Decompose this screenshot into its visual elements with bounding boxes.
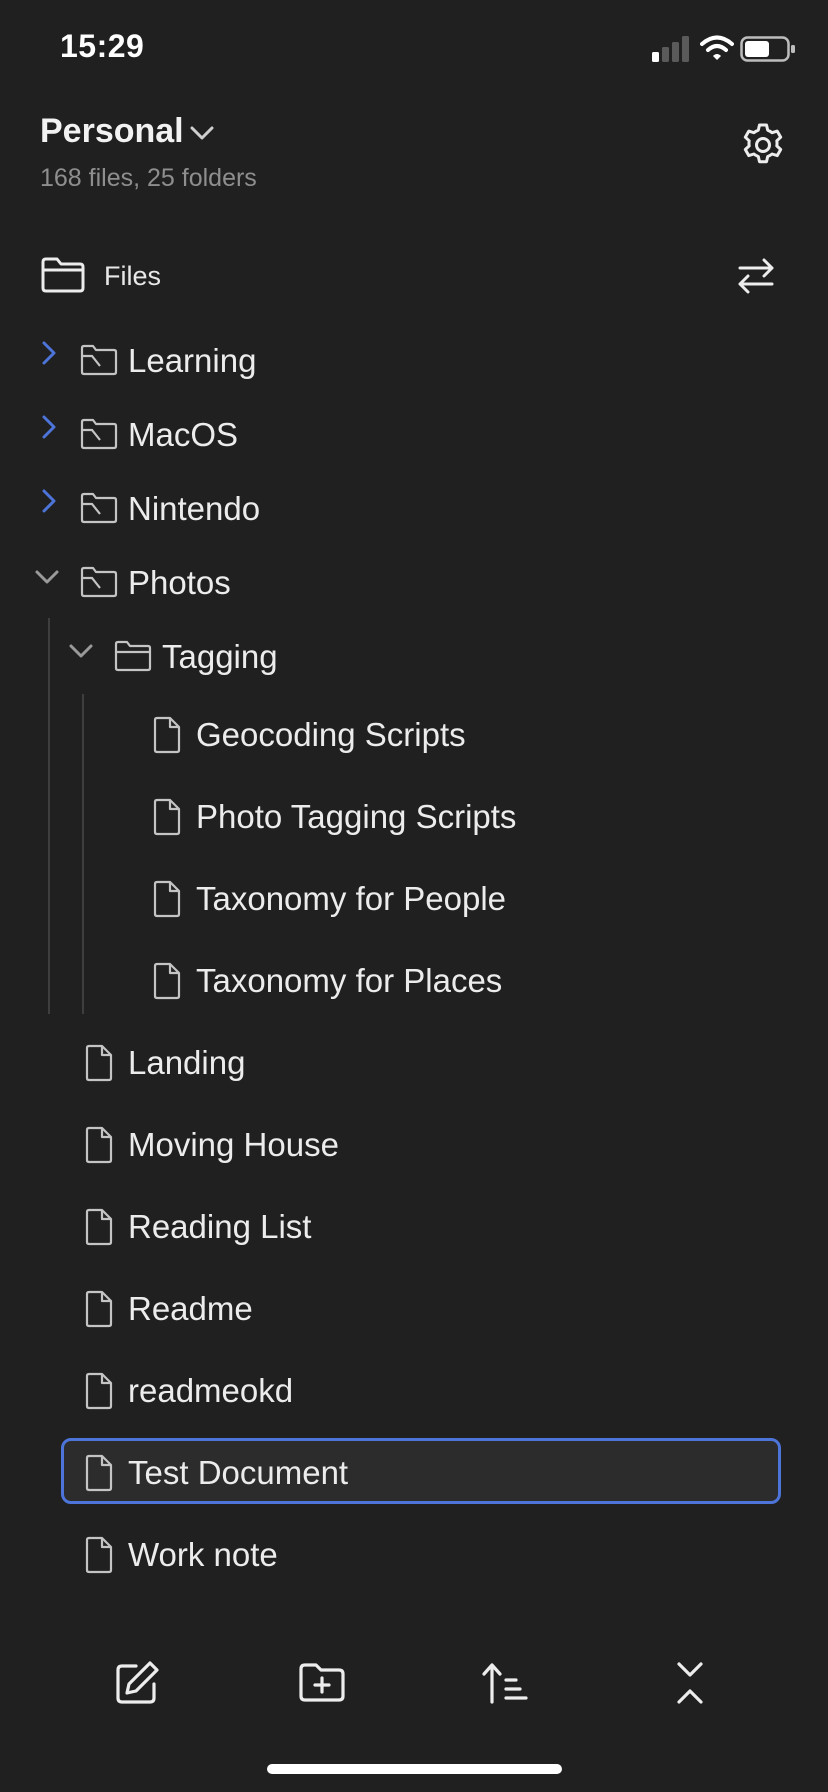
- new-folder-icon[interactable]: [297, 1658, 347, 1708]
- tree-item-label: Nintendo: [128, 490, 261, 527]
- tree-item-label: Work note: [128, 1536, 278, 1573]
- tree-file-row[interactable]: readmeokd: [0, 1360, 828, 1420]
- tree-item-label: Tagging: [162, 638, 278, 675]
- document-icon: [84, 1372, 114, 1410]
- tree-file-row[interactable]: Readme: [0, 1278, 828, 1338]
- chevron-down-icon[interactable]: [34, 564, 60, 590]
- folder-icon: [80, 566, 118, 598]
- tree-file-row[interactable]: Reading List: [0, 1196, 828, 1256]
- folder-icon: [114, 640, 152, 672]
- tree-file-row[interactable]: Geocoding Scripts: [0, 704, 828, 764]
- folder-icon: [80, 344, 118, 376]
- tree-item-label: Readme: [128, 1290, 253, 1327]
- tree-folder-row[interactable]: MacOS: [0, 404, 828, 464]
- tree-folder-row[interactable]: Nintendo: [0, 478, 828, 538]
- battery-icon: [740, 36, 796, 62]
- tree-item-label: readmeokd: [128, 1372, 294, 1409]
- chevron-right-icon[interactable]: [36, 488, 62, 514]
- vault-name[interactable]: Personal: [40, 112, 184, 151]
- tree-folder-row[interactable]: Learning: [0, 330, 828, 390]
- cellular-signal-icon: [652, 36, 690, 62]
- chevron-down-icon[interactable]: [68, 638, 94, 664]
- tree-file-row[interactable]: Photo Tagging Scripts: [0, 786, 828, 846]
- document-icon: [152, 798, 182, 836]
- chevron-right-icon[interactable]: [36, 340, 62, 366]
- tree-item-label: Test Document: [128, 1454, 349, 1491]
- folder-icon: [80, 492, 118, 524]
- home-indicator[interactable]: [267, 1764, 562, 1774]
- status-time: 15:29: [60, 28, 145, 64]
- wifi-icon: [700, 34, 734, 62]
- tree-item-label: Taxonomy for People: [196, 880, 507, 917]
- document-icon: [84, 1044, 114, 1082]
- tree-folder-row[interactable]: Photos: [0, 552, 828, 612]
- files-section-label[interactable]: Files: [104, 261, 161, 292]
- tree-folder-row[interactable]: Tagging: [0, 626, 828, 686]
- document-icon: [84, 1290, 114, 1328]
- document-icon: [84, 1126, 114, 1164]
- document-icon: [84, 1454, 114, 1492]
- tree-item-label: Learning: [128, 342, 257, 379]
- tree-file-row-selected[interactable]: Test Document: [0, 1442, 828, 1502]
- new-note-icon[interactable]: [112, 1658, 162, 1708]
- tree-file-row[interactable]: Taxonomy for People: [0, 868, 828, 928]
- swap-arrows-icon[interactable]: [734, 254, 778, 298]
- folder-icon: [40, 256, 86, 294]
- tree-file-row[interactable]: Work note: [0, 1524, 828, 1584]
- tree-item-label: Landing: [128, 1044, 246, 1081]
- tree-item-label: MacOS: [128, 416, 239, 453]
- document-icon: [152, 880, 182, 918]
- tree-item-label: Moving House: [128, 1126, 339, 1163]
- tree-item-label: Photo Tagging Scripts: [196, 798, 517, 835]
- document-icon: [84, 1208, 114, 1246]
- tree-item-label: Taxonomy for Places: [196, 962, 503, 999]
- collapse-all-icon[interactable]: [665, 1658, 715, 1708]
- chevron-right-icon[interactable]: [36, 414, 62, 440]
- document-icon: [152, 962, 182, 1000]
- vault-stats: 168 files, 25 folders: [40, 164, 257, 192]
- settings-gear-icon[interactable]: [740, 122, 786, 168]
- folder-icon: [80, 418, 118, 450]
- sort-icon[interactable]: [480, 1658, 530, 1708]
- chevron-down-icon[interactable]: [188, 124, 216, 144]
- tree-item-label: Reading List: [128, 1208, 312, 1245]
- tree-file-row[interactable]: Landing: [0, 1032, 828, 1092]
- tree-file-row[interactable]: Moving House: [0, 1114, 828, 1174]
- document-icon: [152, 716, 182, 754]
- document-icon: [84, 1536, 114, 1574]
- tree-item-label: Photos: [128, 564, 231, 601]
- tree-item-label: Geocoding Scripts: [196, 716, 466, 753]
- tree-file-row[interactable]: Taxonomy for Places: [0, 950, 828, 1010]
